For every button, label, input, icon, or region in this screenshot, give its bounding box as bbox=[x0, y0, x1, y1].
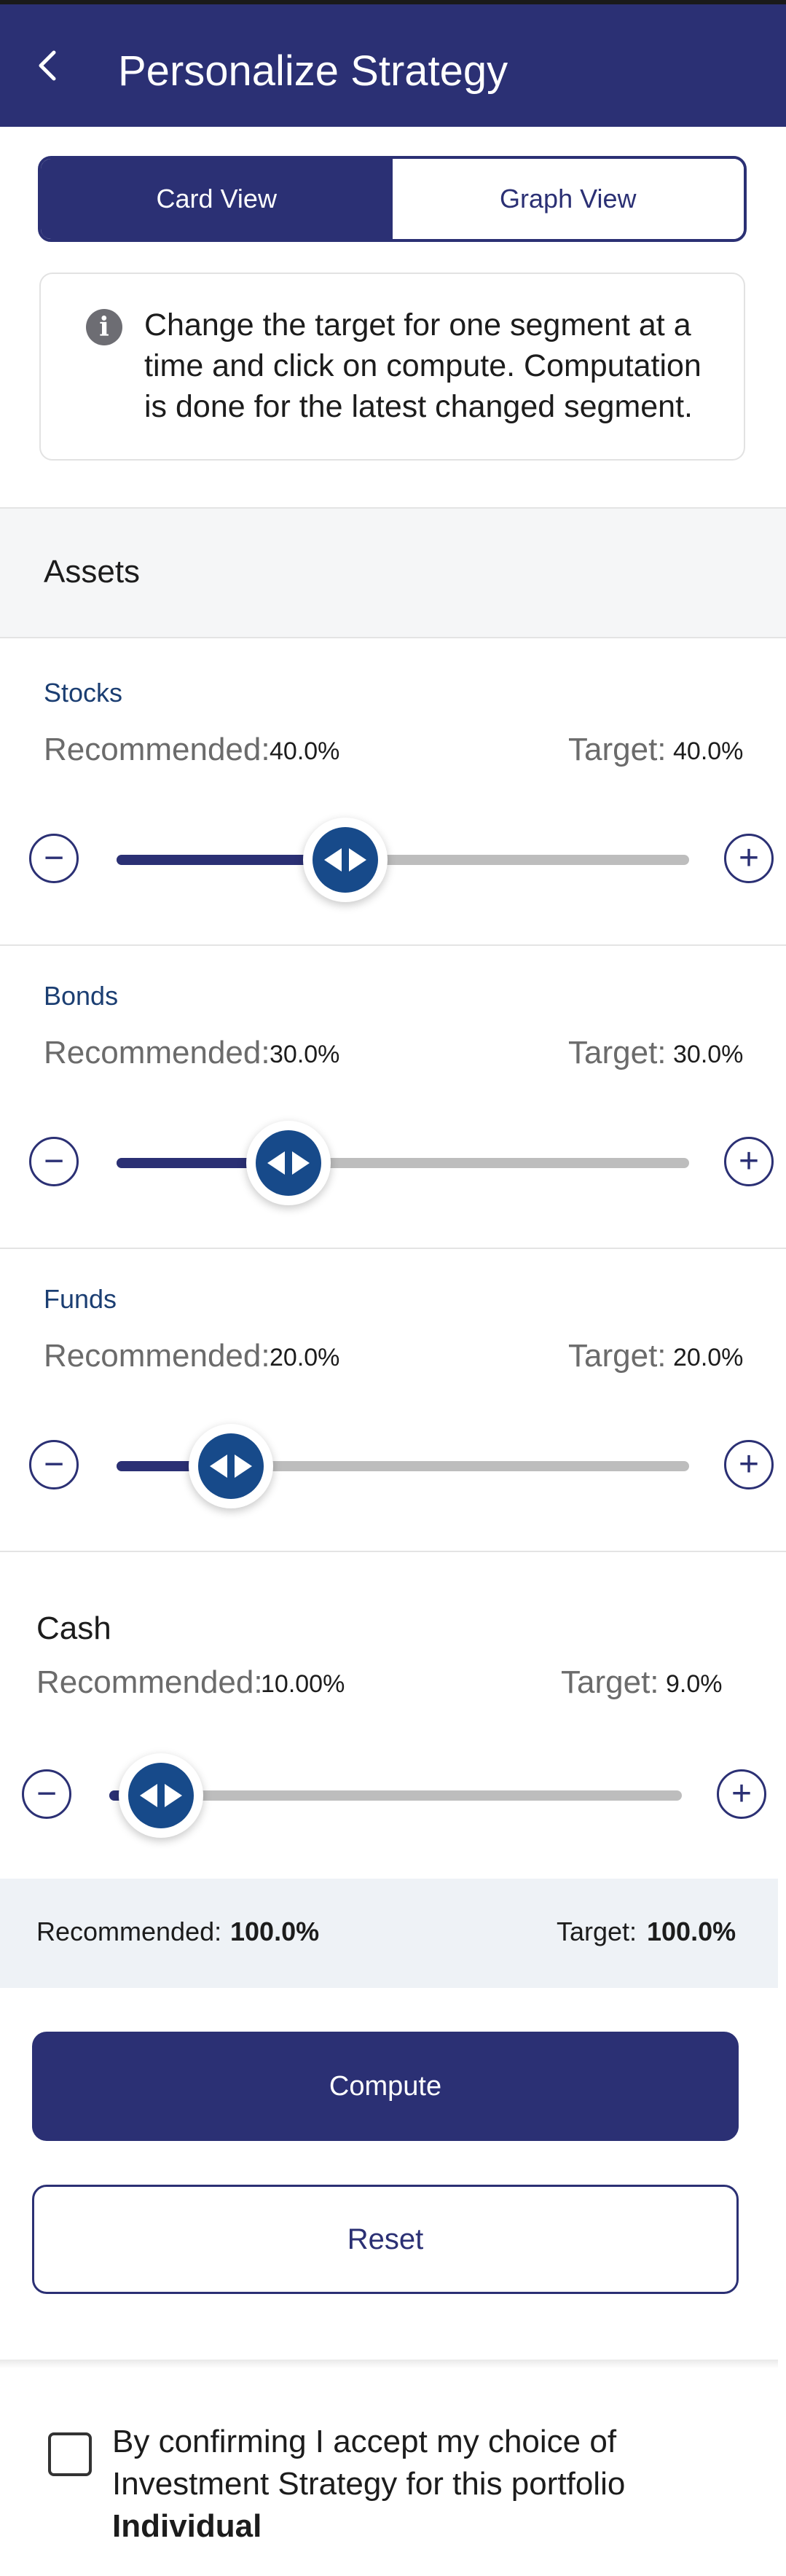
total-recommended-value: 100.0% bbox=[230, 1917, 320, 1946]
info-icon: i bbox=[86, 309, 122, 345]
segment-name: Stocks bbox=[44, 678, 123, 708]
segment-cash: Cash Recommended: 10.00% Target: 9.0% − … bbox=[0, 1552, 786, 1879]
left-right-arrows-icon bbox=[139, 1784, 182, 1807]
view-toggle: Card View Graph View bbox=[38, 156, 747, 242]
target-label: Target: bbox=[568, 1338, 667, 1374]
plus-icon: + bbox=[738, 1445, 760, 1484]
totals-bar: Recommended: 100.0% Target: 100.0% bbox=[0, 1879, 778, 1988]
total-target-label: Target: bbox=[557, 1917, 637, 1946]
target-value: 40.0% bbox=[673, 737, 744, 765]
plus-icon: + bbox=[738, 1142, 760, 1181]
portfolio-name: Individual bbox=[112, 2508, 262, 2544]
slider-thumb[interactable] bbox=[189, 1424, 274, 1508]
target-value: 30.0% bbox=[673, 1041, 744, 1068]
decrease-button[interactable]: − bbox=[29, 1137, 79, 1186]
total-target-value: 100.0% bbox=[647, 1917, 736, 1946]
section-shadow bbox=[0, 2360, 778, 2368]
target-value: 9.0% bbox=[666, 1670, 723, 1698]
increase-button[interactable]: + bbox=[724, 1440, 774, 1489]
recommended-label: Recommended: bbox=[36, 1664, 263, 1700]
page-title: Personalize Strategy bbox=[118, 47, 508, 95]
app-header: Personalize Strategy bbox=[0, 4, 786, 127]
recommended-value: 20.0% bbox=[270, 1344, 340, 1371]
total-recommended-label: Recommended: bbox=[36, 1917, 222, 1946]
confirm-checkbox[interactable] bbox=[48, 2432, 92, 2476]
slider-thumb[interactable] bbox=[118, 1753, 203, 1838]
segment-bonds: Bonds Recommended: 30.0% Target: 30.0% −… bbox=[0, 943, 786, 1246]
info-text: Change the target for one segment at a t… bbox=[144, 308, 701, 424]
plus-icon: + bbox=[738, 839, 760, 877]
recommended-label: Recommended: bbox=[44, 1338, 270, 1374]
minus-icon: − bbox=[43, 1445, 65, 1484]
increase-button[interactable]: + bbox=[724, 834, 774, 883]
minus-icon: − bbox=[43, 1142, 65, 1181]
recommended-value: 40.0% bbox=[270, 737, 340, 765]
graph-view-tab[interactable]: Graph View bbox=[392, 159, 744, 239]
confirm-statement: By confirming I accept my choice of Inve… bbox=[112, 2424, 626, 2502]
left-right-arrows-icon bbox=[324, 848, 367, 872]
back-button[interactable] bbox=[28, 42, 68, 89]
recommended-label: Recommended: bbox=[44, 1035, 270, 1070]
compute-button[interactable]: Compute bbox=[32, 2032, 739, 2141]
recommended-value: 10.00% bbox=[261, 1670, 345, 1698]
decrease-button[interactable]: − bbox=[29, 1440, 79, 1489]
left-right-arrows-icon bbox=[210, 1455, 253, 1478]
segment-name: Funds bbox=[44, 1284, 117, 1314]
recommended-label: Recommended: bbox=[44, 732, 270, 767]
increase-button[interactable]: + bbox=[724, 1137, 774, 1186]
slider-thumb[interactable] bbox=[245, 1121, 331, 1205]
target-label: Target: bbox=[568, 1035, 667, 1070]
assets-section-header: Assets bbox=[0, 507, 786, 638]
info-banner: i Change the target for one segment at a… bbox=[39, 273, 745, 461]
minus-icon: − bbox=[43, 839, 65, 877]
chevron-left-icon bbox=[39, 50, 56, 81]
minus-icon: − bbox=[36, 1774, 58, 1813]
segment-name: Cash bbox=[36, 1610, 111, 1646]
decrease-button[interactable]: − bbox=[22, 1769, 71, 1819]
decrease-button[interactable]: − bbox=[29, 834, 79, 883]
target-label: Target: bbox=[561, 1664, 659, 1700]
plus-icon: + bbox=[731, 1774, 752, 1813]
card-view-tab[interactable]: Card View bbox=[41, 159, 393, 239]
segment-funds: Funds Recommended: 20.0% Target: 20.0% −… bbox=[0, 1246, 786, 1549]
target-value: 20.0% bbox=[673, 1344, 744, 1371]
segment-stocks: Stocks Recommended: 40.0% Target: 40.0% … bbox=[0, 640, 786, 943]
recommended-value: 30.0% bbox=[270, 1041, 340, 1068]
target-label: Target: bbox=[568, 732, 667, 767]
assets-title: Assets bbox=[44, 554, 141, 590]
segment-name: Bonds bbox=[44, 981, 119, 1011]
reset-button[interactable]: Reset bbox=[32, 2185, 739, 2294]
increase-button[interactable]: + bbox=[717, 1769, 766, 1819]
confirm-text: By confirming I accept my choice of Inve… bbox=[112, 2421, 768, 2548]
slider-thumb[interactable] bbox=[303, 818, 388, 902]
left-right-arrows-icon bbox=[267, 1151, 310, 1175]
